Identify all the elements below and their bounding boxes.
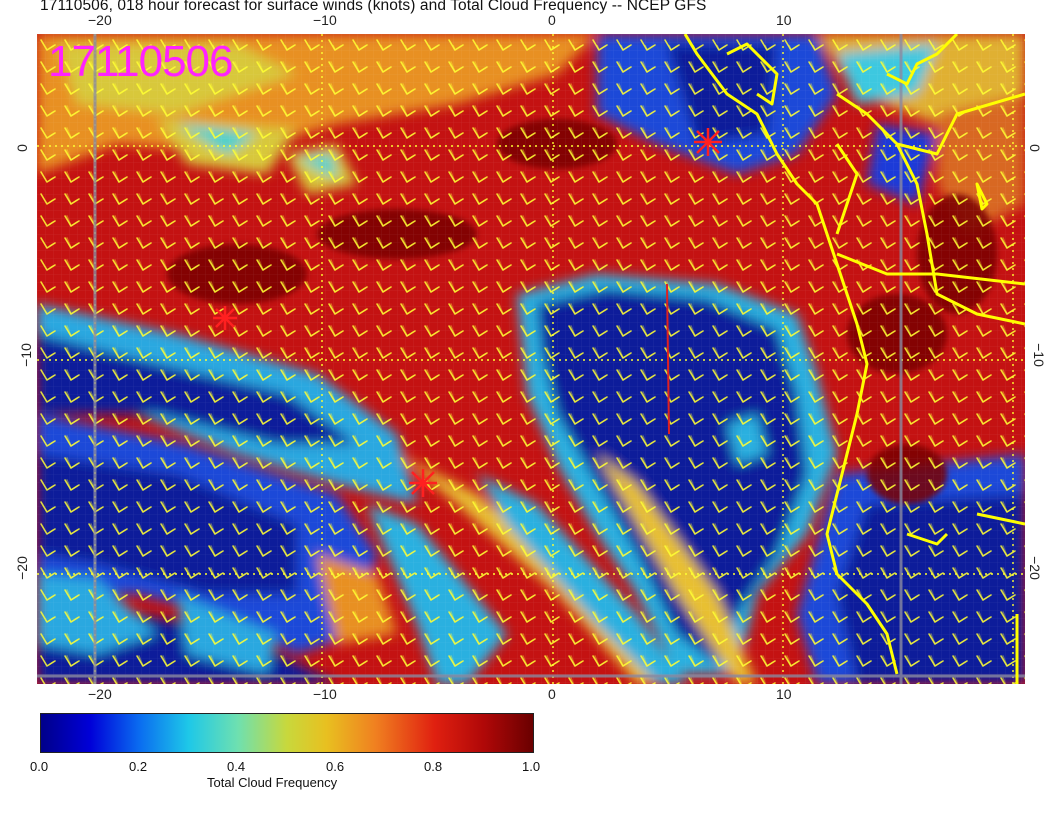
map-canvas [37, 34, 1025, 684]
colorbar-title: Total Cloud Frequency [207, 775, 338, 790]
marker-north [694, 128, 722, 156]
top-tick-label: 10 [776, 12, 792, 28]
left-tick-label: 0 [13, 144, 30, 152]
top-tick-label: −10 [313, 12, 337, 28]
left-tick-label: −10 [17, 343, 34, 367]
colorbar-label: 1.0 [522, 759, 541, 774]
left-tick-label: −20 [13, 556, 30, 580]
bottom-tick-label: −20 [88, 686, 112, 702]
map-title: 17110506, 018 hour forecast for surface … [40, 0, 707, 14]
colorbar [40, 713, 534, 753]
bottom-tick-label: 10 [776, 686, 792, 702]
date-stamp: 17110506 [48, 37, 233, 86]
colorbar-label: 0.8 [424, 759, 443, 774]
right-tick-label: 0 [1026, 144, 1043, 152]
top-tick-label: 0 [548, 12, 556, 28]
colorbar-label: 0.6 [326, 759, 345, 774]
bottom-tick-label: −10 [313, 686, 337, 702]
colorbar-label: 0.4 [227, 759, 246, 774]
marker-south [409, 469, 437, 497]
right-tick-label: −10 [1030, 343, 1047, 367]
cloud-frequency-map [37, 34, 1025, 684]
right-tick-label: −20 [1026, 556, 1043, 580]
bottom-tick-label: 0 [548, 686, 556, 702]
marker-west [213, 306, 237, 330]
colorbar-label: 0.2 [129, 759, 148, 774]
top-tick-label: −20 [88, 12, 112, 28]
colorbar-label: 0.0 [30, 759, 49, 774]
